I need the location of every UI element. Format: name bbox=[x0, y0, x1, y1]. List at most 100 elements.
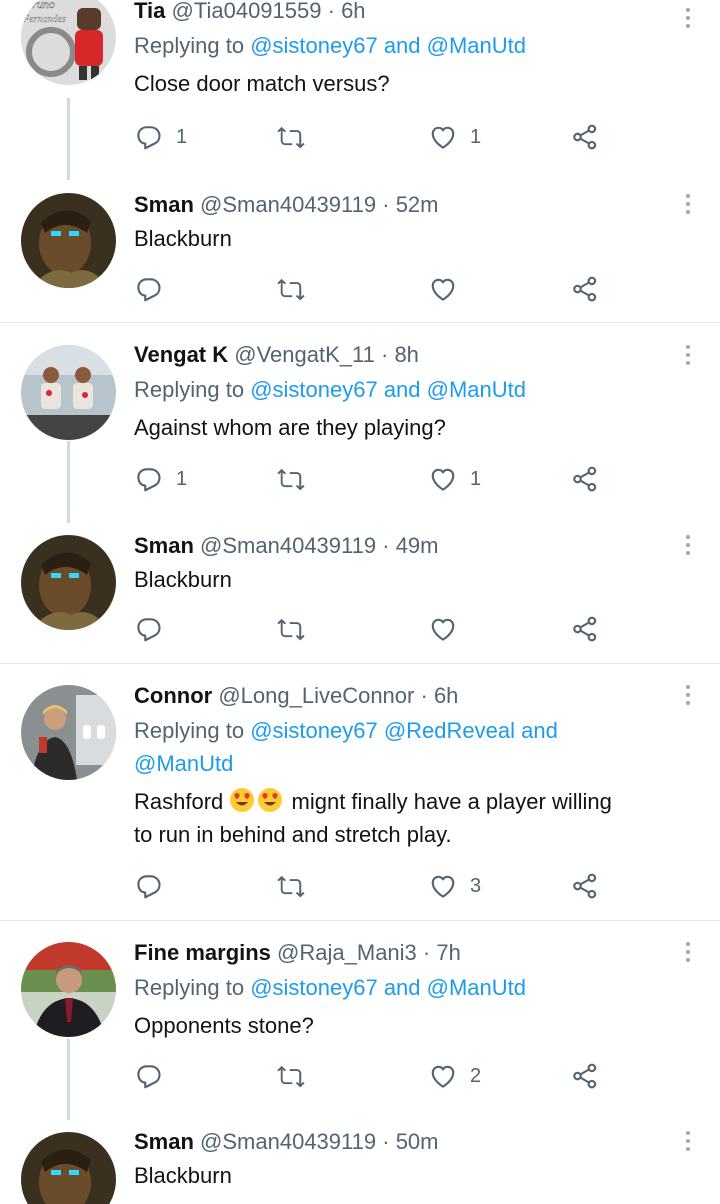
more-vertical-icon[interactable] bbox=[684, 535, 692, 559]
reply-join[interactable]: and bbox=[378, 377, 427, 402]
like-button[interactable]: 1 bbox=[428, 462, 481, 496]
tweet[interactable]: Fine margins @Raja_Mani3 · 7h Replying t… bbox=[0, 921, 720, 1120]
retweet-button[interactable] bbox=[276, 462, 306, 496]
retweet-button[interactable] bbox=[276, 1059, 306, 1093]
tweet-header: Connor @Long_LiveConnor · 6h bbox=[134, 681, 660, 711]
mention-link[interactable]: @sistoney67 bbox=[250, 718, 378, 743]
share-button[interactable] bbox=[570, 462, 600, 496]
replying-to-label: Replying to bbox=[134, 718, 251, 743]
user-handle[interactable]: @Tia04091559 bbox=[172, 0, 322, 23]
user-handle[interactable]: @Sman40439119 bbox=[200, 1129, 376, 1154]
mention-link[interactable]: @sistoney67 bbox=[250, 975, 378, 1000]
tweet[interactable]: Sman @Sman40439119 · 52m Blackburn bbox=[0, 180, 720, 322]
tweet-header: Fine margins @Raja_Mani3 · 7h bbox=[134, 938, 660, 968]
like-count: 3 bbox=[470, 874, 482, 897]
display-name[interactable]: Sman bbox=[134, 533, 194, 558]
display-name[interactable]: Tia bbox=[134, 0, 165, 23]
timestamp[interactable]: 52m bbox=[396, 192, 439, 217]
more-vertical-icon[interactable] bbox=[684, 685, 692, 709]
tweet[interactable]: Vengat K @VengatK_11 · 8h Replying to @s… bbox=[0, 323, 720, 523]
tweet[interactable]: Bruno Fernandes Tia @Tia04091559 · 6h Re… bbox=[0, 0, 720, 180]
reply-button[interactable] bbox=[134, 612, 164, 646]
tweet-header: Vengat K @VengatK_11 · 8h bbox=[134, 340, 660, 370]
retweet-button[interactable] bbox=[276, 869, 306, 903]
tweet-text-part: Rashford bbox=[134, 789, 230, 814]
tweet-actions: 1 1 bbox=[134, 462, 604, 496]
mention-link[interactable]: @ManUtd bbox=[427, 377, 526, 402]
share-button[interactable] bbox=[570, 272, 600, 306]
reply-join[interactable]: and bbox=[515, 718, 558, 743]
user-handle[interactable]: @VengatK_11 bbox=[234, 342, 375, 367]
more-vertical-icon[interactable] bbox=[684, 194, 692, 218]
display-name[interactable]: Connor bbox=[134, 683, 212, 708]
avatar[interactable] bbox=[21, 1132, 116, 1204]
reply-count: 1 bbox=[176, 467, 188, 490]
display-name[interactable]: Vengat K bbox=[134, 342, 228, 367]
retweet-button[interactable] bbox=[276, 272, 306, 306]
like-button[interactable] bbox=[428, 272, 458, 306]
user-handle[interactable]: @Raja_Mani3 bbox=[277, 940, 417, 965]
more-vertical-icon[interactable] bbox=[684, 345, 692, 369]
tweet-text: Blackburn bbox=[134, 1163, 232, 1188]
avatar[interactable] bbox=[21, 535, 116, 630]
reply-button[interactable] bbox=[134, 869, 164, 903]
display-name[interactable]: Sman bbox=[134, 192, 194, 217]
timestamp[interactable]: 8h bbox=[394, 342, 418, 367]
mention-link[interactable]: @ManUtd bbox=[427, 33, 526, 58]
more-vertical-icon[interactable] bbox=[684, 8, 692, 32]
separator-dot: · bbox=[382, 1129, 390, 1154]
mention-link[interactable]: @sistoney67 bbox=[250, 377, 378, 402]
user-handle[interactable]: @Sman40439119 bbox=[200, 533, 376, 558]
mention-link[interactable]: @RedReveal bbox=[384, 718, 515, 743]
timestamp[interactable]: 6h bbox=[341, 0, 365, 23]
mention-link[interactable]: @sistoney67 bbox=[250, 33, 378, 58]
timestamp[interactable]: 7h bbox=[436, 940, 460, 965]
mention-link[interactable]: @ManUtd bbox=[427, 975, 526, 1000]
tweet-actions: 3 bbox=[134, 869, 604, 903]
tweet-header: Sman @Sman40439119 · 50m bbox=[134, 1127, 660, 1157]
reply-button[interactable]: 1 bbox=[134, 462, 187, 496]
like-button[interactable]: 3 bbox=[428, 869, 481, 903]
timestamp[interactable]: 49m bbox=[396, 533, 439, 558]
more-vertical-icon[interactable] bbox=[684, 942, 692, 966]
reply-button[interactable] bbox=[134, 1059, 164, 1093]
like-button[interactable]: 2 bbox=[428, 1059, 481, 1093]
like-button[interactable] bbox=[428, 612, 458, 646]
heart-eyes-emoji bbox=[258, 788, 283, 812]
tweet[interactable]: Sman @Sman40439119 · 49m Blackburn bbox=[0, 523, 720, 663]
reply-icon bbox=[137, 1065, 161, 1089]
mention-link[interactable]: @ManUtd bbox=[134, 751, 233, 776]
heart-eyes-emoji bbox=[230, 788, 255, 812]
display-name[interactable]: Sman bbox=[134, 1129, 194, 1154]
share-button[interactable] bbox=[570, 1059, 600, 1093]
retweet-button[interactable] bbox=[276, 120, 306, 154]
avatar[interactable] bbox=[21, 942, 116, 1037]
timestamp[interactable]: 50m bbox=[396, 1129, 439, 1154]
share-button[interactable] bbox=[570, 612, 600, 646]
avatar[interactable]: Bruno Fernandes bbox=[21, 0, 116, 85]
tweet[interactable]: Sman @Sman40439119 · 50m Blackburn bbox=[0, 1120, 720, 1204]
avatar[interactable] bbox=[21, 193, 116, 288]
timestamp[interactable]: 6h bbox=[434, 683, 458, 708]
avatar[interactable] bbox=[21, 685, 116, 780]
tweet[interactable]: Connor @Long_LiveConnor · 6h Replying to… bbox=[0, 664, 720, 920]
share-icon bbox=[573, 466, 597, 492]
replying-to-label: Replying to bbox=[134, 377, 251, 402]
thread-line bbox=[67, 1039, 70, 1120]
reply-button[interactable]: 1 bbox=[134, 120, 187, 154]
reply-join[interactable]: and bbox=[378, 975, 427, 1000]
share-button[interactable] bbox=[570, 869, 600, 903]
retweet-icon bbox=[277, 618, 305, 641]
reply-button[interactable] bbox=[134, 272, 164, 306]
more-vertical-icon[interactable] bbox=[684, 1131, 692, 1155]
display-name[interactable]: Fine margins bbox=[134, 940, 271, 965]
avatar[interactable] bbox=[21, 345, 116, 440]
like-count: 1 bbox=[470, 125, 482, 148]
share-button[interactable] bbox=[570, 120, 600, 154]
retweet-button[interactable] bbox=[276, 612, 306, 646]
like-button[interactable]: 1 bbox=[428, 120, 481, 154]
user-handle[interactable]: @Sman40439119 bbox=[200, 192, 376, 217]
user-handle[interactable]: @Long_LiveConnor bbox=[218, 683, 414, 708]
reply-join[interactable]: and bbox=[378, 33, 427, 58]
thread-line bbox=[67, 441, 70, 523]
